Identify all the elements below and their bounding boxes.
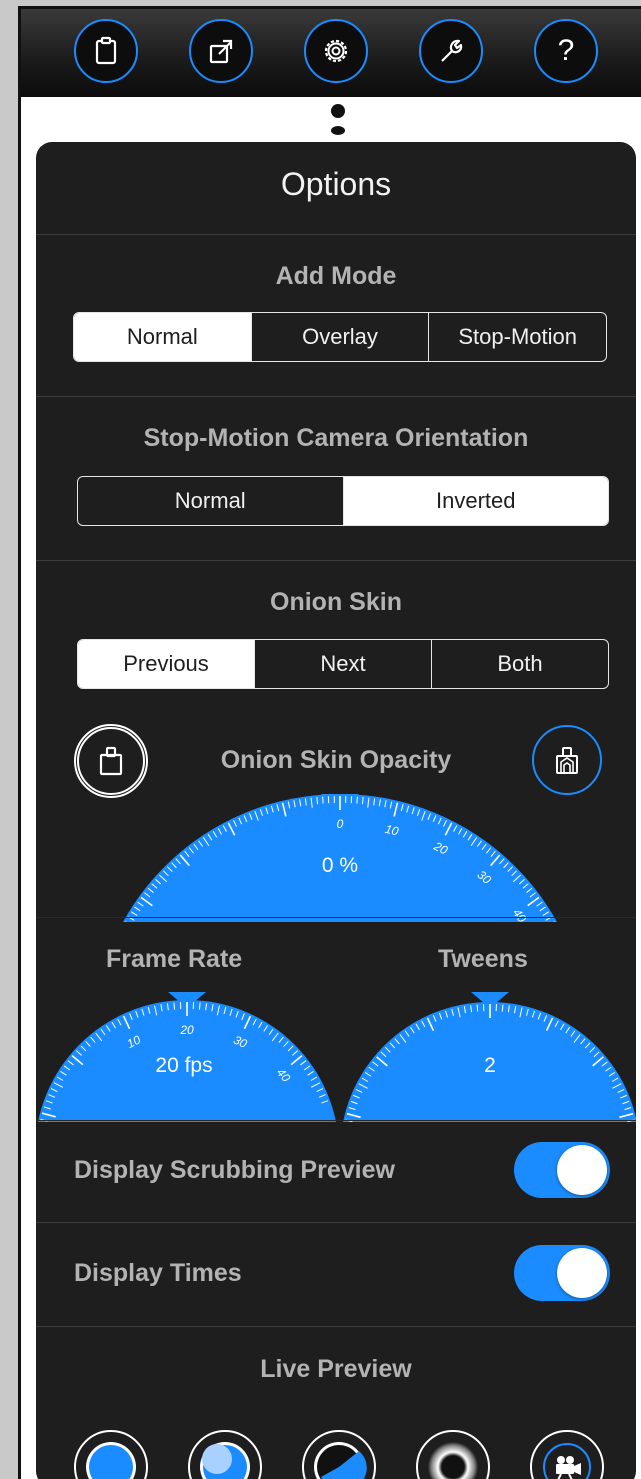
dial-tick-label: 0 bbox=[337, 817, 344, 831]
overlay-circle-icon bbox=[200, 1442, 250, 1479]
panel-title: Options bbox=[280, 166, 392, 202]
divider bbox=[36, 1326, 636, 1327]
dial-tick bbox=[501, 1004, 504, 1012]
orientation-inverted[interactable]: Inverted bbox=[342, 477, 608, 525]
frame-rate-title: Frame Rate bbox=[106, 945, 243, 973]
dial-tick bbox=[198, 1002, 201, 1010]
onion-skin-both[interactable]: Both bbox=[431, 640, 608, 688]
half-circle-icon bbox=[314, 1442, 367, 1479]
display-scrubbing-preview-label: Display Scrubbing Preview bbox=[74, 1156, 395, 1184]
add-mode-normal[interactable]: Normal bbox=[74, 313, 251, 361]
help-icon: ? bbox=[557, 34, 575, 67]
solid-circle-icon bbox=[86, 1442, 136, 1479]
help-button[interactable]: ? bbox=[534, 19, 598, 83]
display-scrubbing-preview-toggle[interactable] bbox=[514, 1142, 610, 1198]
pager-dot bbox=[331, 104, 345, 118]
frame-rate-dial[interactable]: 1020304020 fps bbox=[36, 982, 346, 1122]
dial-tick bbox=[173, 1002, 176, 1010]
app-window: ? Options Add Mode Normal Overlay Stop-M… bbox=[18, 6, 641, 1479]
dial-tick bbox=[361, 797, 364, 805]
share-button[interactable] bbox=[189, 19, 253, 83]
live-preview-overlay-button[interactable] bbox=[188, 1430, 262, 1479]
divider bbox=[36, 1222, 636, 1223]
toggle-knob bbox=[557, 1248, 607, 1298]
add-mode-overlay[interactable]: Overlay bbox=[250, 313, 429, 361]
live-preview-split-button[interactable] bbox=[302, 1430, 376, 1479]
wrench-icon bbox=[441, 39, 463, 62]
divider bbox=[36, 917, 636, 918]
movie-camera-icon bbox=[543, 1443, 591, 1479]
clipboard-icon bbox=[95, 36, 117, 65]
live-preview-solid-button[interactable] bbox=[74, 1430, 148, 1479]
ring-icon bbox=[428, 1442, 478, 1479]
display-times-toggle[interactable] bbox=[514, 1245, 610, 1301]
onion-skin-title: Onion Skin bbox=[270, 588, 402, 616]
share-icon bbox=[209, 39, 233, 64]
tweens-value: 2 bbox=[484, 1054, 496, 1077]
settings-button[interactable] bbox=[304, 19, 368, 83]
top-toolbar: ? bbox=[21, 9, 641, 97]
opacity-value: 0 % bbox=[322, 854, 358, 877]
dial-tick bbox=[316, 797, 319, 805]
onion-skin-opacity-dial[interactable]: 0 102030400 % bbox=[36, 782, 636, 922]
pager-dot bbox=[331, 126, 345, 135]
tweens-dial[interactable]: 2 bbox=[336, 982, 636, 1122]
dial-tick bbox=[476, 1004, 479, 1012]
camera-orientation-segmented-control: Normal Inverted bbox=[77, 476, 609, 526]
add-mode-title: Add Mode bbox=[275, 262, 397, 290]
onion-multiple-icon bbox=[556, 747, 578, 774]
onion-skin-next[interactable]: Next bbox=[254, 640, 431, 688]
live-preview-ring-button[interactable] bbox=[416, 1430, 490, 1479]
orientation-normal[interactable]: Normal bbox=[78, 477, 343, 525]
gear-icon bbox=[324, 39, 348, 63]
divider bbox=[36, 396, 636, 397]
display-times-label: Display Times bbox=[74, 1259, 242, 1287]
onion-skin-segmented-control: Previous Next Both bbox=[77, 639, 609, 689]
onion-skin-previous[interactable]: Previous bbox=[78, 640, 254, 688]
options-panel: Options Add Mode Normal Overlay Stop-Mot… bbox=[36, 142, 636, 1479]
tools-button[interactable] bbox=[419, 19, 483, 83]
dial-tick-label: 20 bbox=[179, 1023, 194, 1037]
add-mode-stop-motion[interactable]: Stop-Motion bbox=[428, 313, 606, 361]
tweens-title: Tweens bbox=[438, 945, 528, 973]
add-mode-segmented-control: Normal Overlay Stop-Motion bbox=[73, 312, 607, 362]
live-preview-camera-button[interactable] bbox=[530, 1430, 604, 1479]
live-preview-title: Live Preview bbox=[260, 1355, 412, 1383]
divider bbox=[36, 560, 636, 561]
camera-orientation-title: Stop-Motion Camera Orientation bbox=[143, 424, 529, 452]
frame-rate-value: 20 fps bbox=[155, 1054, 212, 1077]
toggle-knob bbox=[557, 1145, 607, 1195]
clipboard-button[interactable] bbox=[74, 19, 138, 83]
divider bbox=[36, 234, 636, 235]
divider bbox=[36, 1120, 636, 1121]
